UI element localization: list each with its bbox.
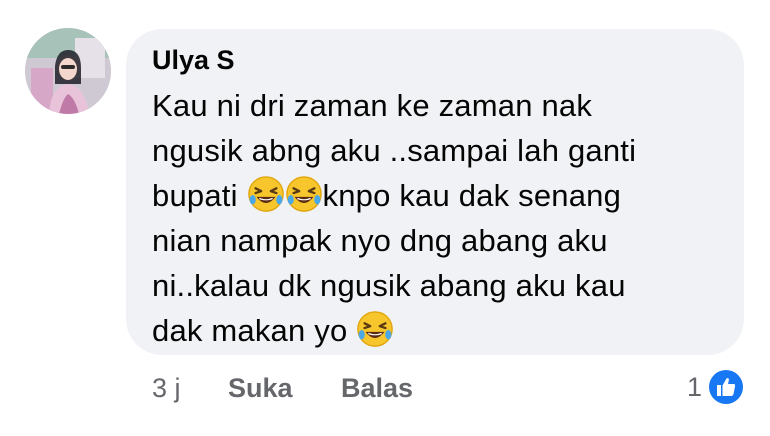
comment-text: Kau ni dri zaman ke zaman nak ngusik abn…: [152, 83, 720, 353]
rofl-emoji-icon: [356, 310, 394, 348]
like-button[interactable]: Suka: [228, 369, 293, 407]
comment-bubble: Ulya S Kau ni dri zaman ke zaman nak ngu…: [126, 29, 744, 355]
avatar-photo: [25, 28, 111, 114]
comment-author[interactable]: Ulya S: [152, 43, 720, 77]
comment-line: Kau ni dri zaman ke zaman nak: [152, 88, 593, 123]
comment-line-part: dak makan yo: [152, 313, 348, 348]
comment-line-part: knpo kau dak senang: [322, 178, 622, 213]
comment-line-part: bupati: [152, 178, 238, 213]
avatar[interactable]: [25, 28, 111, 114]
thumbs-up-icon: [709, 370, 743, 404]
reaction-count: 1: [686, 371, 702, 402]
reply-button[interactable]: Balas: [341, 369, 413, 407]
comment-timestamp[interactable]: 3 j: [152, 369, 181, 407]
comment-line: nian nampak nyo dng abang aku: [152, 223, 608, 258]
comment-line: ngusik abng aku ..sampai lah ganti: [152, 133, 637, 168]
comment-line: ni..kalau dk ngusik abang aku kau: [152, 268, 626, 303]
comment-line: dak makan yo: [152, 308, 720, 353]
rofl-emoji-icon: [285, 175, 323, 213]
rofl-emoji-icon: [247, 175, 285, 213]
comment-line: bupati knpo kau dak senang: [152, 173, 720, 218]
like-reaction-badge: [706, 367, 746, 407]
reaction-summary[interactable]: 1: [687, 367, 746, 407]
